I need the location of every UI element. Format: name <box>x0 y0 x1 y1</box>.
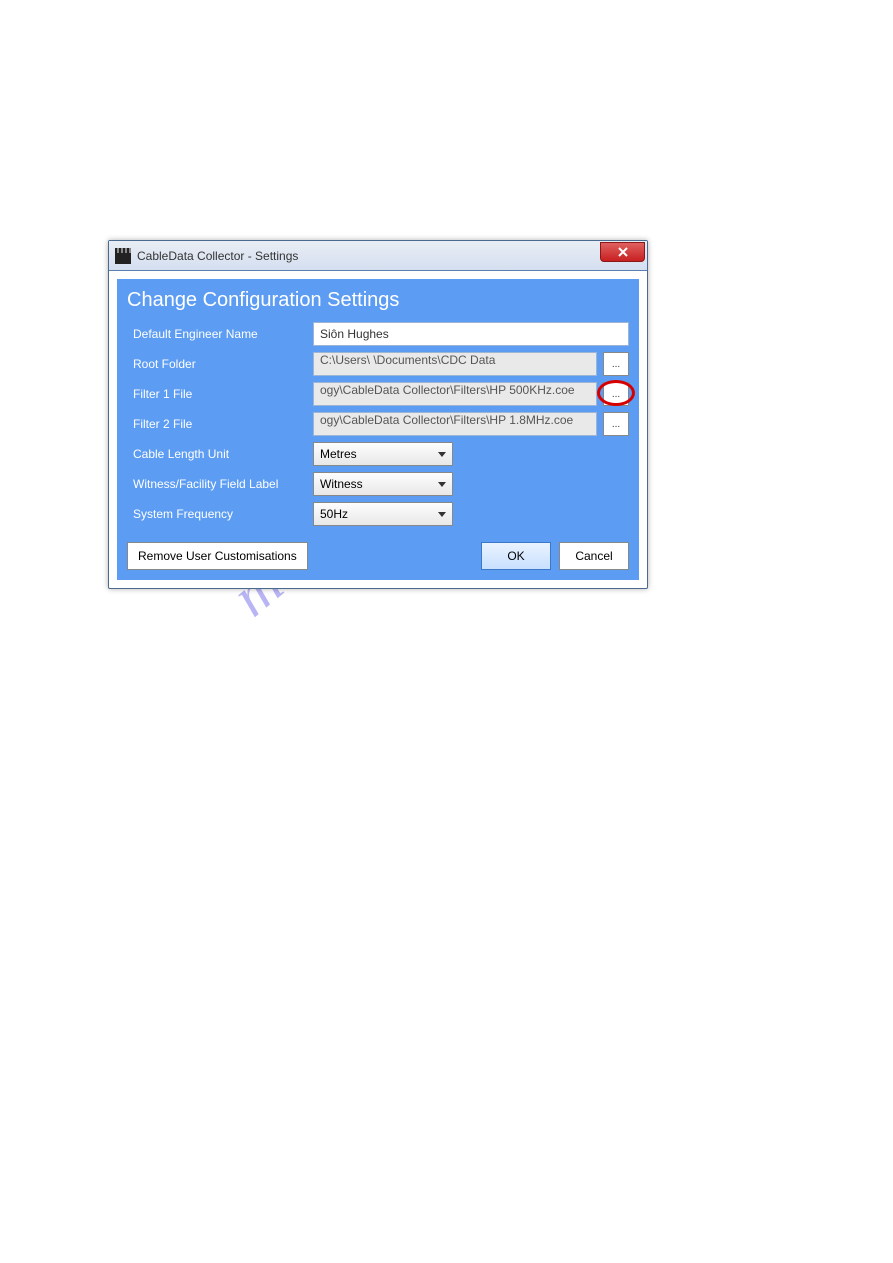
frequency-value: 50Hz <box>320 507 348 521</box>
close-button[interactable] <box>600 242 645 262</box>
row-root-folder: Root Folder C:\Users\ \Documents\CDC Dat… <box>127 352 629 376</box>
root-folder-input[interactable]: C:\Users\ \Documents\CDC Data <box>313 352 597 376</box>
window-title: CableData Collector - Settings <box>137 249 600 263</box>
filter1-browse-button[interactable]: ... <box>603 382 629 406</box>
heading: Change Configuration Settings <box>127 289 629 312</box>
chevron-down-icon <box>438 512 446 517</box>
dialog-footer: Remove User Customisations OK Cancel <box>127 542 629 570</box>
witness-value: Witness <box>320 477 363 491</box>
filter2-browse-button[interactable]: ... <box>603 412 629 436</box>
filter2-input[interactable]: ogy\CableData Collector\Filters\HP 1.8MH… <box>313 412 597 436</box>
label-filter1: Filter 1 File <box>127 387 307 401</box>
row-frequency: System Frequency 50Hz <box>127 502 629 526</box>
close-icon <box>618 247 628 257</box>
filter1-input[interactable]: ogy\CableData Collector\Filters\HP 500KH… <box>313 382 597 406</box>
root-browse-button[interactable]: ... <box>603 352 629 376</box>
witness-select[interactable]: Witness <box>313 472 453 496</box>
row-witness: Witness/Facility Field Label Witness <box>127 472 629 496</box>
dialog-body: Change Configuration Settings Default En… <box>113 275 643 584</box>
label-filter2: Filter 2 File <box>127 417 307 431</box>
label-frequency: System Frequency <box>127 507 307 521</box>
row-filter-2: Filter 2 File ogy\CableData Collector\Fi… <box>127 412 629 436</box>
label-witness: Witness/Facility Field Label <box>127 477 307 491</box>
row-unit: Cable Length Unit Metres <box>127 442 629 466</box>
frequency-select[interactable]: 50Hz <box>313 502 453 526</box>
unit-select[interactable]: Metres <box>313 442 453 466</box>
app-icon <box>115 248 131 264</box>
unit-value: Metres <box>320 447 357 461</box>
label-engineer: Default Engineer Name <box>127 327 307 341</box>
row-filter-1: Filter 1 File ogy\CableData Collector\Fi… <box>127 382 629 406</box>
chevron-down-icon <box>438 452 446 457</box>
cancel-button[interactable]: Cancel <box>559 542 629 570</box>
settings-dialog: CableData Collector - Settings Change Co… <box>108 240 648 589</box>
label-unit: Cable Length Unit <box>127 447 307 461</box>
label-root: Root Folder <box>127 357 307 371</box>
title-bar: CableData Collector - Settings <box>109 241 647 271</box>
chevron-down-icon <box>438 482 446 487</box>
spacer <box>316 542 473 570</box>
row-engineer: Default Engineer Name <box>127 322 629 346</box>
ok-button[interactable]: OK <box>481 542 551 570</box>
engineer-input[interactable] <box>313 322 629 346</box>
remove-customisations-button[interactable]: Remove User Customisations <box>127 542 308 570</box>
